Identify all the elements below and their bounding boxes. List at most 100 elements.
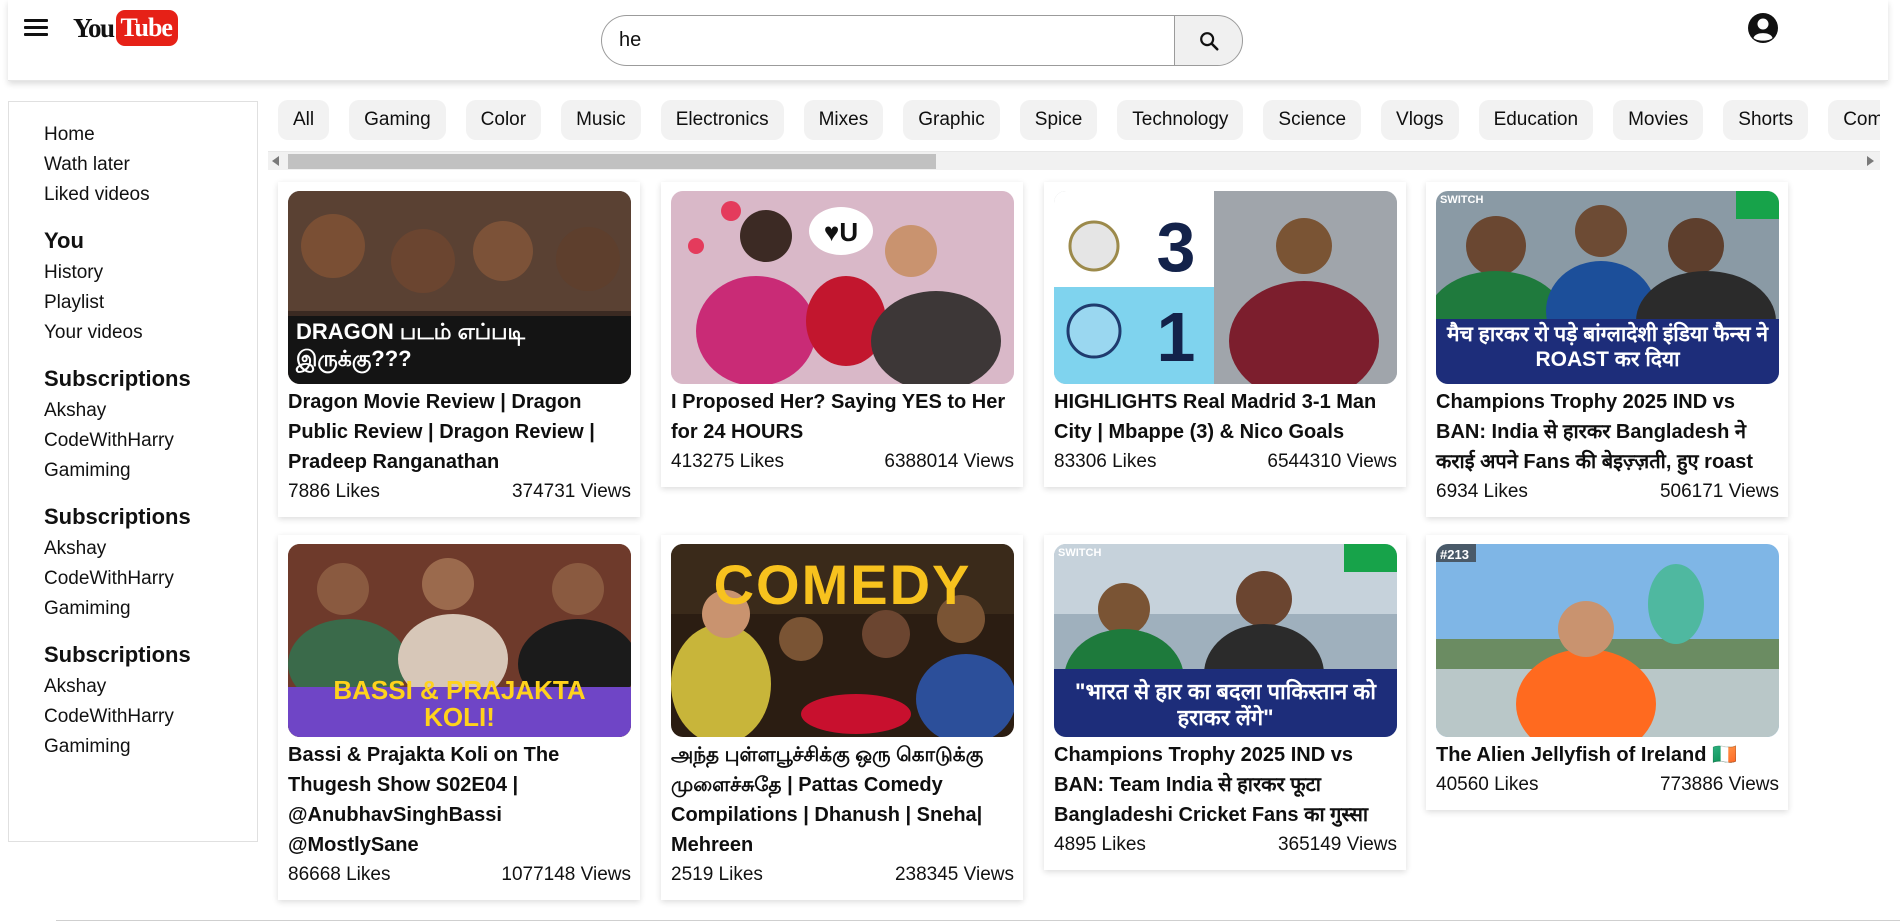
video-stats: 40560 Likes 773886 Views (1436, 770, 1779, 800)
video-thumbnail[interactable]: COMEDY (671, 544, 1014, 737)
video-likes: 83306 Likes (1054, 451, 1157, 472)
video-likes: 86668 Likes (288, 864, 391, 885)
sidebar-subscription-item[interactable]: Gamiming (44, 732, 257, 762)
thumbnail-overlay-text: मैच हारकर रो पड़े बांग्लादेशी इंडिया फैन… (1446, 323, 1769, 371)
svg-text:3: 3 (1157, 208, 1196, 286)
video-title[interactable]: Champions Trophy 2025 IND vs BAN: India … (1436, 387, 1779, 477)
chip-mixes[interactable]: Mixes (803, 100, 884, 140)
thumbnail-badge: SWITCH (1058, 547, 1102, 559)
chip-gaming[interactable]: Gaming (349, 100, 446, 140)
video-likes: 6934 Likes (1436, 481, 1528, 502)
sidebar-you-group: You History Playlist Your videos (44, 226, 257, 348)
svg-text:♥U: ♥U (824, 217, 858, 247)
search-icon (1199, 31, 1219, 51)
search-button[interactable] (1174, 15, 1243, 66)
video-likes: 2519 Likes (671, 864, 763, 885)
video-thumbnail[interactable]: BASSI & PRAJAKTA KOLI! (288, 544, 631, 737)
chip-vlogs[interactable]: Vlogs (1381, 100, 1459, 140)
chip-electronics[interactable]: Electronics (660, 100, 784, 140)
sidebar-subscription-item[interactable]: CodeWithHarry (44, 426, 257, 456)
thumbnail-overlay-text: "भारत से हार का बदला पाकिस्तान को हराकर … (1075, 679, 1376, 730)
video-title[interactable]: I Proposed Her? Saying YES to Her for 24… (671, 387, 1014, 447)
video-title[interactable]: The Alien Jellyfish of Ireland 🇮🇪 (1436, 740, 1779, 770)
video-views: 374731 Views (511, 481, 631, 502)
video-card[interactable]: COMEDY அந்த புள்ளபூச்சிக்கு ஒரு கொடுக்கு… (661, 535, 1023, 900)
video-thumbnail[interactable]: #213 (1436, 544, 1779, 737)
sidebar-item-your-videos[interactable]: Your videos (44, 318, 257, 348)
sidebar-subscription-item[interactable]: CodeWithHarry (44, 702, 257, 732)
video-likes: 7886 Likes (288, 481, 380, 502)
page-bottom-divider (56, 920, 1900, 921)
video-card[interactable]: BASSI & PRAJAKTA KOLI! Bassi & Prajakta … (278, 535, 640, 900)
video-views: 6388014 Views (884, 451, 1014, 472)
chip-all[interactable]: All (278, 100, 330, 140)
video-views: 506171 Views (1659, 481, 1779, 502)
video-thumbnail[interactable]: DRAGON படம் எப்படி இருக்கு??? (288, 191, 631, 384)
video-thumbnail[interactable]: SWITCH मैच हारकर रो पड़े बांग्लादेशी इंड… (1436, 191, 1779, 384)
menu-icon[interactable] (24, 19, 48, 39)
chip-technology[interactable]: Technology (1117, 100, 1244, 140)
video-card[interactable]: SWITCH मैच हारकर रो पड़े बांग्लादेशी इंड… (1426, 182, 1788, 517)
video-card[interactable]: SWITCH "भारत से हार का बदला पाकिस्तान को… (1044, 535, 1406, 870)
chip-shorts[interactable]: Shorts (1723, 100, 1809, 140)
video-card[interactable]: 3 1 HIGHLIGHTS Real Madrid 3-1 Man City … (1044, 182, 1406, 487)
chip-color[interactable]: Color (465, 100, 542, 140)
video-title[interactable]: அந்த புள்ளபூச்சிக்கு ஒரு கொடுக்கு முளைச்… (671, 740, 1014, 860)
scroll-right-arrow-icon[interactable] (1867, 156, 1874, 166)
sidebar-subscription-item[interactable]: Akshay (44, 534, 257, 564)
thumbnail-overlay-text: COMEDY (713, 553, 972, 616)
sidebar-item-watch-later[interactable]: Wath later (44, 150, 257, 180)
video-views: 238345 Views (894, 864, 1014, 885)
sidebar-subscription-item[interactable]: Gamiming (44, 594, 257, 624)
category-chips-bar: All Gaming Color Music Electronics Mixes… (268, 100, 1880, 144)
logo-tube-text: Tube (115, 10, 178, 46)
scroll-left-arrow-icon[interactable] (272, 156, 279, 166)
sidebar-subscriptions-group: Subscriptions Akshay CodeWithHarry Gamim… (44, 502, 257, 624)
video-stats: 86668 Likes 1077148 Views (288, 860, 631, 890)
sidebar-item-home[interactable]: Home (44, 120, 257, 150)
video-title[interactable]: Bassi & Prajakta Koli on The Thugesh Sho… (288, 740, 631, 860)
search-input[interactable] (601, 15, 1174, 66)
chip-spice[interactable]: Spice (1019, 100, 1098, 140)
sidebar-item-history[interactable]: History (44, 258, 257, 288)
sidebar-heading-subscriptions: Subscriptions (44, 642, 191, 667)
chip-movies[interactable]: Movies (1613, 100, 1704, 140)
chip-music[interactable]: Music (561, 100, 641, 140)
video-likes: 40560 Likes (1436, 774, 1539, 795)
video-card[interactable]: ♥U I Proposed Her? Saying YES to Her for… (661, 182, 1023, 487)
sidebar-subscription-item[interactable]: Akshay (44, 672, 257, 702)
video-title[interactable]: HIGHLIGHTS Real Madrid 3-1 Man City | Mb… (1054, 387, 1397, 447)
sidebar-item-playlist[interactable]: Playlist (44, 288, 257, 318)
scrollbar-thumb[interactable] (288, 154, 936, 169)
sidebar-subscription-item[interactable]: Gamiming (44, 456, 257, 486)
svg-text:1: 1 (1157, 298, 1196, 376)
account-icon[interactable] (1746, 11, 1780, 45)
video-stats: 7886 Likes 374731 Views (288, 477, 631, 507)
sidebar: Home Wath later Liked videos You History… (8, 101, 258, 842)
video-thumbnail[interactable]: ♥U (671, 191, 1014, 384)
video-title[interactable]: Champions Trophy 2025 IND vs BAN: Team I… (1054, 740, 1397, 830)
video-stats: 6934 Likes 506171 Views (1436, 477, 1779, 507)
top-bar: You Tube (8, 0, 1888, 81)
chip-graphic[interactable]: Graphic (903, 100, 1000, 140)
sidebar-item-liked-videos[interactable]: Liked videos (44, 180, 257, 210)
video-likes: 413275 Likes (671, 451, 785, 472)
video-views: 773886 Views (1659, 774, 1779, 795)
chip-comedy[interactable]: Comedy (1828, 100, 1880, 140)
video-stats: 83306 Likes 6544310 Views (1054, 447, 1397, 477)
chips-horizontal-scrollbar[interactable] (268, 151, 1880, 170)
youtube-logo[interactable]: You Tube (73, 10, 178, 46)
video-thumbnail[interactable]: 3 1 (1054, 191, 1397, 384)
chip-education[interactable]: Education (1478, 100, 1594, 140)
video-thumbnail[interactable]: SWITCH "भारत से हार का बदला पाकिस्तान को… (1054, 544, 1397, 737)
video-views: 365149 Views (1277, 834, 1397, 855)
chip-science[interactable]: Science (1263, 100, 1362, 140)
video-title[interactable]: Dragon Movie Review | Dragon Public Revi… (288, 387, 631, 477)
video-card[interactable]: DRAGON படம் எப்படி இருக்கு??? Dragon Mov… (278, 182, 640, 517)
sidebar-subscription-item[interactable]: CodeWithHarry (44, 564, 257, 594)
sidebar-subscriptions-group: Subscriptions Akshay CodeWithHarry Gamim… (44, 364, 257, 486)
sidebar-subscription-item[interactable]: Akshay (44, 396, 257, 426)
video-stats: 4895 Likes 365149 Views (1054, 830, 1397, 860)
video-card[interactable]: #213 The Alien Jellyfish of Ireland 🇮🇪 4… (1426, 535, 1788, 810)
thumbnail-overlay-text: BASSI & PRAJAKTA KOLI! (333, 675, 586, 732)
